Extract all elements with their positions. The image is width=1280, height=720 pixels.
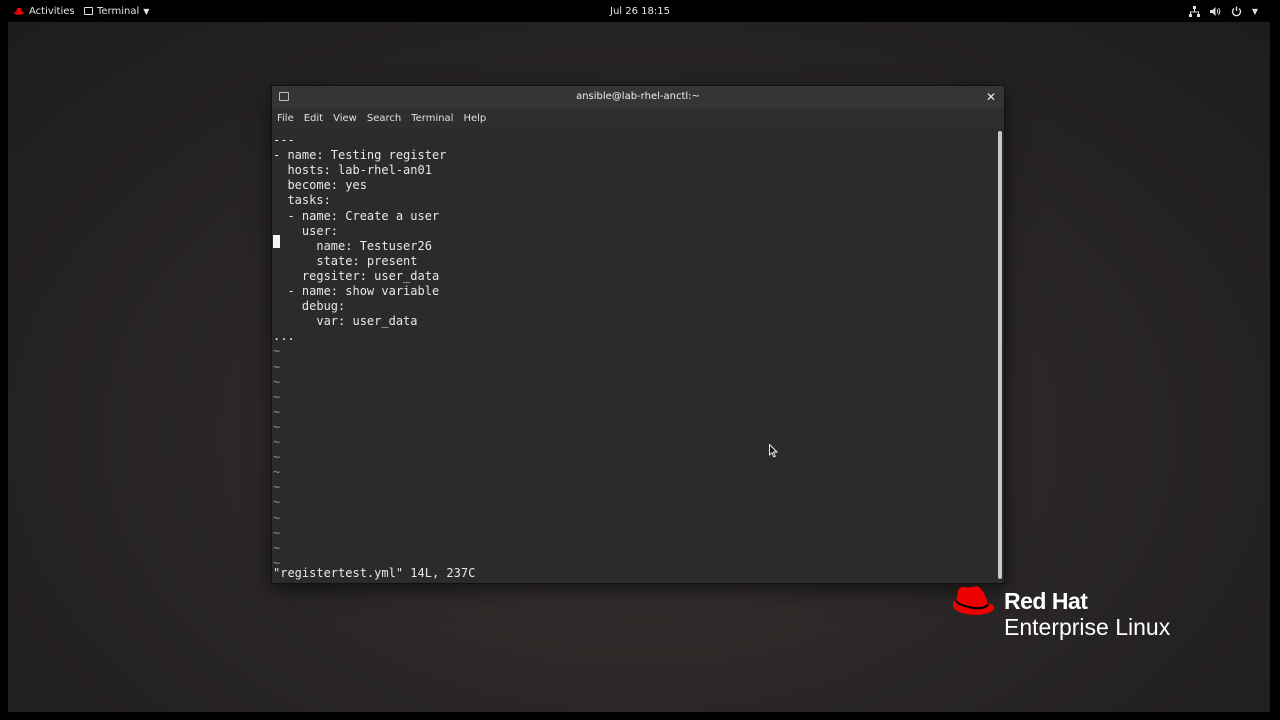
redhat-hat-icon (952, 586, 995, 615)
clock[interactable]: Jul 26 18:15 (610, 6, 670, 17)
empty-line-tilde: ~ (273, 480, 281, 495)
terminal-icon (84, 7, 93, 15)
desktop: Activities Terminal ▼ Jul 26 18:15 ▼ ans… (0, 0, 1280, 720)
empty-line-tilde: ~ (273, 495, 281, 510)
code-line: ... (273, 329, 295, 344)
text-cursor (273, 235, 280, 248)
activities-button[interactable]: Activities (14, 0, 75, 22)
scrollbar-thumb[interactable] (998, 131, 1002, 579)
empty-line-tilde: ~ (273, 344, 281, 359)
code-line: name: Testuser26 (273, 238, 432, 253)
chevron-down-icon: ▼ (143, 6, 150, 16)
menu-view[interactable]: View (328, 113, 362, 124)
code-line: var: user_data (273, 314, 418, 329)
empty-line-tilde: ~ (273, 419, 281, 434)
code-line: user: (273, 223, 339, 238)
empty-line-tilde: ~ (273, 435, 281, 449)
code-line: become: yes (273, 178, 367, 193)
brand-line-2: Enterprise Linux (1004, 614, 1171, 640)
app-menu-label: Terminal (97, 5, 140, 17)
empty-line-tilde: ~ (273, 540, 281, 555)
code-line: - name: show variable (273, 284, 440, 298)
code-line: tasks: (273, 193, 331, 208)
network-icon (1188, 5, 1200, 17)
code-line: - name: Create a user (273, 208, 440, 223)
window-title: ansible@lab-rhel-anctl:~ (576, 91, 700, 102)
vim-status-line: "registertest.yml" 14L, 237C (273, 566, 476, 580)
empty-line-tilde: ~ (273, 510, 281, 525)
close-icon[interactable]: ✕ (984, 90, 998, 104)
chevron-down-icon: ▼ (1251, 6, 1258, 16)
menu-terminal[interactable]: Terminal (406, 113, 458, 124)
mouse-pointer-icon (769, 444, 778, 458)
redhat-icon (14, 7, 24, 15)
empty-line-tilde: ~ (273, 359, 281, 374)
volume-icon (1209, 6, 1221, 16)
empty-line-tilde: ~ (273, 450, 281, 465)
code-line: - name: Testing register (273, 148, 447, 163)
activities-label: Activities (29, 5, 75, 17)
menu-help[interactable]: Help (458, 113, 491, 124)
terminal-window[interactable]: ansible@lab-rhel-anctl:~ ✕ File Edit Vie… (272, 86, 1004, 583)
scrollbar[interactable] (996, 129, 1004, 583)
app-menu[interactable]: Terminal ▼ (84, 0, 149, 22)
title-bar[interactable]: ansible@lab-rhel-anctl:~ ✕ (272, 86, 1004, 108)
brand-line-1: Red Hat (1004, 588, 1088, 614)
top-bar: Activities Terminal ▼ Jul 26 18:15 ▼ (0, 0, 1280, 22)
menu-file[interactable]: File (272, 113, 299, 124)
menu-bar: File Edit View Search Terminal Help (272, 108, 1004, 129)
code-line: state: present (273, 253, 418, 268)
terminal-screen[interactable]: --- - name: Testing register hosts: lab-r… (272, 129, 996, 583)
code-line: debug: (273, 299, 346, 314)
code-line: hosts: lab-rhel-an01 (273, 163, 432, 178)
code-line: --- (273, 133, 295, 147)
empty-line-tilde: ~ (273, 404, 281, 419)
power-icon (1231, 6, 1242, 16)
redhat-logo: Red Hat Enterprise Linux (948, 584, 1198, 644)
system-tray[interactable]: ▼ (1188, 0, 1258, 22)
empty-line-tilde: ~ (273, 525, 281, 540)
empty-line-tilde: ~ (273, 389, 281, 404)
menu-search[interactable]: Search (362, 113, 406, 124)
empty-line-tilde: ~ (273, 374, 281, 389)
code-line: regsiter: user_data (273, 268, 440, 283)
menu-edit[interactable]: Edit (299, 113, 328, 124)
empty-line-tilde: ~ (273, 465, 281, 480)
